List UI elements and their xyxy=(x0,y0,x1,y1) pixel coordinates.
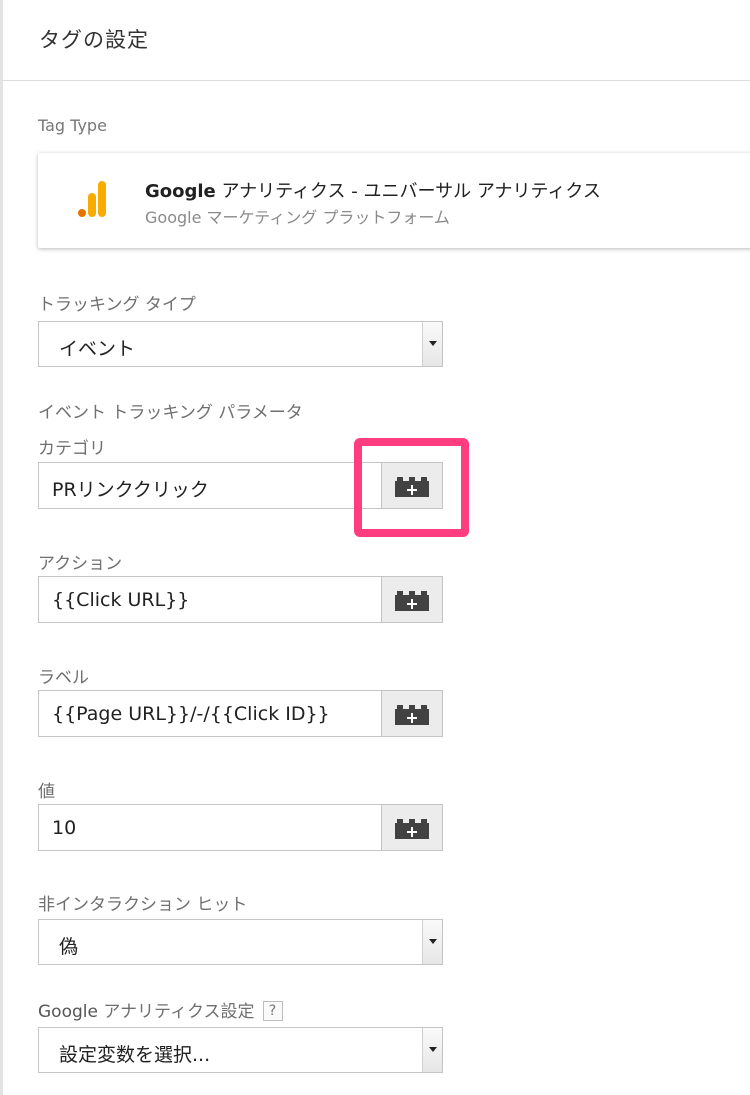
action-value: {{Click URL}} xyxy=(52,589,190,611)
ga-settings-label-brand: Google xyxy=(38,1002,98,1022)
variable-lego-plus-icon xyxy=(395,591,429,611)
value-input[interactable]: 10 xyxy=(38,804,382,851)
tag-config-header: タグの設定 xyxy=(3,0,750,81)
tracking-type-label: トラッキング タイプ xyxy=(38,295,196,315)
non-interaction-select[interactable]: 偽 xyxy=(38,919,443,965)
label-variable-button[interactable] xyxy=(381,690,443,737)
dropdown-arrow-icon[interactable] xyxy=(422,920,442,964)
tag-type-label: Tag Type xyxy=(38,116,107,135)
google-analytics-bars-icon xyxy=(78,181,106,217)
tracking-type-value: イベント xyxy=(59,338,136,360)
ga-settings-select[interactable]: 設定変数を選択... xyxy=(38,1027,443,1073)
page-title: タグの設定 xyxy=(39,28,149,52)
ga-settings-label-rest: アナリティクス設定 xyxy=(97,1002,255,1022)
highlight-box xyxy=(354,438,469,537)
category-input[interactable]: PRリンククリック xyxy=(38,462,382,509)
left-border xyxy=(0,0,3,1095)
action-label: アクション xyxy=(38,554,123,574)
action-variable-button[interactable] xyxy=(381,576,443,623)
category-label: カテゴリ xyxy=(38,439,106,459)
label-value: {{Page URL}}/-/{{Click ID}} xyxy=(52,703,330,725)
value-label: 値 xyxy=(38,782,55,802)
tag-type-name-rest: アナリティクス - ユニバーサル アナリティクス xyxy=(215,181,601,202)
value-value: 10 xyxy=(52,817,77,839)
label-input[interactable]: {{Page URL}}/-/{{Click ID}} xyxy=(38,690,382,737)
non-interaction-label: 非インタラクション ヒット xyxy=(38,895,248,915)
ga-settings-value: 設定変数を選択... xyxy=(59,1044,211,1066)
dropdown-arrow-icon[interactable] xyxy=(422,322,442,366)
label-label: ラベル xyxy=(38,668,89,688)
help-icon[interactable]: ? xyxy=(262,1001,283,1021)
tracking-type-select[interactable]: イベント xyxy=(38,321,443,367)
dropdown-arrow-icon[interactable] xyxy=(422,1028,442,1072)
variable-lego-plus-icon xyxy=(395,819,429,839)
ga-settings-label: Google アナリティクス設定? xyxy=(38,997,283,1022)
variable-lego-plus-icon xyxy=(395,705,429,725)
value-variable-button[interactable] xyxy=(381,804,443,851)
tag-type-name-brand: Google xyxy=(145,181,216,202)
category-value: PRリンククリック xyxy=(52,479,209,501)
tag-type-card[interactable]: Google アナリティクス - ユニバーサル アナリティクス Google マ… xyxy=(38,153,750,248)
event-params-heading: イベント トラッキング パラメータ xyxy=(38,403,303,423)
tag-type-subtitle: Google マーケティング プラットフォーム xyxy=(145,208,450,227)
non-interaction-value: 偽 xyxy=(59,936,79,958)
action-input[interactable]: {{Click URL}} xyxy=(38,576,382,623)
tag-type-name: Google アナリティクス - ユニバーサル アナリティクス xyxy=(145,177,601,203)
